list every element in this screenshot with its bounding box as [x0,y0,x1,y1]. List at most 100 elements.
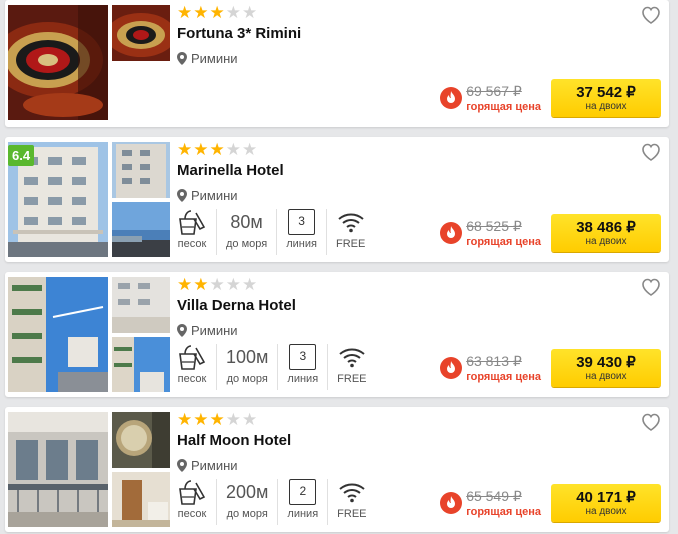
price-block: 65 549 ₽ горящая цена 40 171 ₽ на двоих [440,484,661,522]
location-text: Римини [191,323,238,338]
old-price: 69 567 ₽ [466,82,522,99]
price-value: 37 542 ₽ [576,83,636,101]
price-note: на двоих [585,370,627,382]
hotel-card[interactable]: 6.4 ★★★★★ Marinella Hotel Римини песок 8… [5,137,669,262]
price-block: 63 813 ₽ горящая цена 39 430 ₽ на двоих [440,349,661,387]
hotel-photo-secondary[interactable] [112,202,170,257]
line-number: 3 [288,209,316,235]
price-button[interactable]: 38 486 ₽ на двоих [551,214,661,252]
hot-price-label: горящая цена [466,370,541,383]
hotel-photo-secondary[interactable] [112,5,170,61]
hotel-name[interactable]: Marinella Hotel [177,162,284,179]
hotel-name[interactable]: Half Moon Hotel [177,432,291,449]
amenity-wifi: FREE [327,209,374,255]
amenity-line: 2 линия [278,479,329,525]
distance-label: до моря [226,373,268,385]
wifi-label: FREE [335,238,366,250]
heart-icon[interactable] [641,413,661,431]
star-rating: ★★★★★ [177,410,259,429]
beach-type: песок [177,508,207,520]
price-value: 39 430 ₽ [576,353,636,371]
hotel-name[interactable]: Fortuna 3* Rimini [177,25,301,42]
location-text: Римини [191,458,238,473]
heart-icon[interactable] [641,278,661,296]
map-pin-icon [177,52,187,65]
price-button[interactable]: 40 171 ₽ на двоих [551,484,661,522]
price-button[interactable]: 39 430 ₽ на двоих [551,349,661,387]
heart-icon[interactable] [641,6,661,24]
map-pin-icon [177,324,187,337]
location-text: Римини [191,51,238,66]
hotel-location: Римини [177,188,238,203]
hotel-location: Римини [177,323,238,338]
hotel-card[interactable]: ★★★★★ Villa Derna Hotel Римини песок 100… [5,272,669,397]
amenities: песок 200м до моря 2 линия FREE [177,479,376,527]
hotel-location: Римини [177,51,238,66]
old-price: 63 813 ₽ [466,352,522,369]
line-number: 3 [289,344,317,370]
beach-bucket-icon [179,210,206,235]
amenity-beach: песок [177,344,217,390]
hotel-photos[interactable] [8,5,170,120]
distance-label: до моря [226,238,268,250]
distance-value: 200м [226,482,269,502]
hotel-photo-main[interactable] [8,5,108,120]
price-note: на двоих [585,505,627,517]
wifi-label: FREE [337,508,367,520]
hotel-name[interactable]: Villa Derna Hotel [177,297,296,314]
hotel-photo-secondary[interactable] [112,277,170,333]
fire-icon [440,222,463,244]
line-label: линия [287,373,319,385]
amenity-wifi: FREE [328,344,375,390]
heart-icon[interactable] [641,143,661,161]
hotel-photo-main[interactable] [8,412,108,527]
line-label: линия [287,508,319,520]
hotel-photo-secondary[interactable] [112,142,170,198]
star-rating: ★★★★★ [177,3,259,22]
hotel-photo-secondary[interactable] [112,337,170,392]
beach-type: песок [177,238,207,250]
wifi-icon [338,213,364,233]
wifi-label: FREE [337,373,367,385]
price-value: 40 171 ₽ [576,488,636,506]
hotel-photo-main[interactable] [8,277,108,392]
distance-value: 80м [230,212,263,232]
wifi-icon [339,483,365,503]
amenity-beach: песок [177,209,217,255]
hot-price-label: горящая цена [466,100,541,113]
hotel-location: Римини [177,458,238,473]
hotel-card[interactable]: ★★★★★ Fortuna 3* Rimini Римини 69 567 ₽ … [5,0,669,127]
amenities: песок 100м до моря 3 линия FREE [177,344,376,392]
old-price: 65 549 ₽ [466,487,522,504]
fire-icon [440,357,463,379]
price-note: на двоих [585,100,627,112]
distance-label: до моря [226,508,268,520]
amenity-distance: 80м до моря [217,209,278,255]
amenities: песок 80м до моря 3 линия FREE [177,209,374,257]
hotel-photo-secondary[interactable] [112,412,170,468]
line-label: линия [286,238,317,250]
star-rating: ★★★★★ [177,140,259,159]
line-number: 2 [289,479,317,505]
map-pin-icon [177,459,187,472]
hotel-photos[interactable] [8,412,170,527]
beach-type: песок [177,373,207,385]
hotel-card[interactable]: ★★★★★ Half Moon Hotel Римини песок 200м … [5,407,669,532]
amenity-line: 3 линия [277,209,327,255]
amenity-line: 3 линия [278,344,329,390]
rating-badge: 6.4 [8,145,35,166]
price-note: на двоих [585,235,627,247]
old-price: 68 525 ₽ [466,217,522,234]
hot-price-label: горящая цена [466,505,541,518]
price-value: 38 486 ₽ [576,218,636,236]
wifi-icon [339,348,365,368]
price-button[interactable]: 37 542 ₽ на двоих [551,79,661,117]
location-text: Римини [191,188,238,203]
hot-price-label: горящая цена [466,235,541,248]
map-pin-icon [177,189,187,202]
amenity-beach: песок [177,479,217,525]
distance-value: 100м [226,347,269,367]
star-rating: ★★★★★ [177,275,259,294]
hotel-photos[interactable] [8,277,170,392]
hotel-photo-secondary[interactable] [112,472,170,527]
